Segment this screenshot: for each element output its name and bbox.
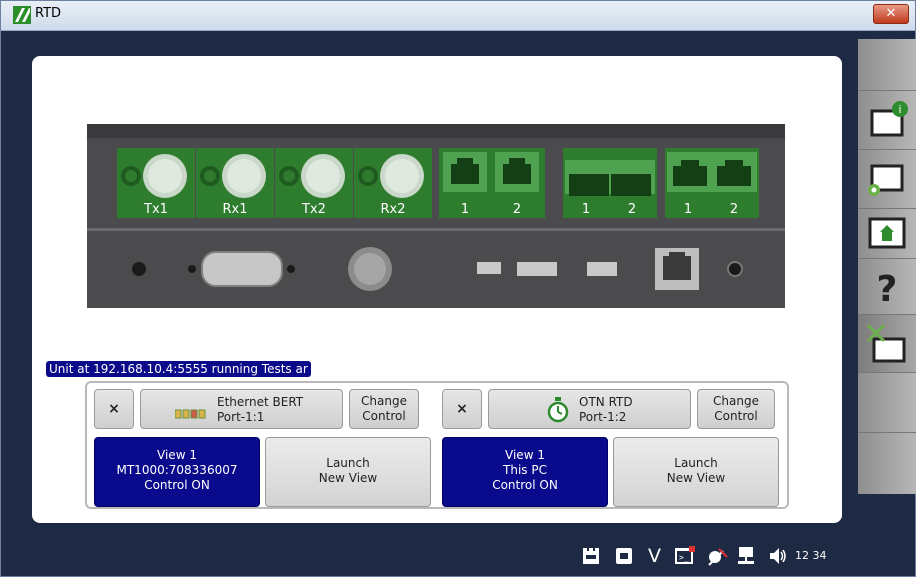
view-line: MT1000:708336007 xyxy=(116,463,238,477)
view-button[interactable]: View 1 This PC Control ON xyxy=(442,437,608,507)
tools-folder-icon[interactable] xyxy=(858,315,916,373)
ethernet-led-icon xyxy=(175,409,206,419)
launch-line: New View xyxy=(318,471,378,485)
power-plug-icon[interactable] xyxy=(581,545,601,571)
help-icon[interactable]: ? xyxy=(858,259,916,315)
view-button[interactable]: View 1 MT1000:708336007 Control ON xyxy=(94,437,260,507)
test-header-button[interactable]: OTN RTD Port-1:2 xyxy=(488,389,691,429)
launch-line: Launch xyxy=(674,456,718,470)
bnc-port-rx2[interactable]: Rx2 xyxy=(354,148,432,218)
tests-panel: × Ethernet BERT Port-1:1 Change Control … xyxy=(85,381,789,509)
faceplate-top-strip xyxy=(87,124,785,138)
close-test-button[interactable]: × xyxy=(442,389,482,429)
bnc-port-tx2[interactable]: Tx2 xyxy=(275,148,353,218)
clock-text: 12 34 xyxy=(795,549,827,562)
close-window-button[interactable]: ✕ xyxy=(873,4,909,24)
svg-text:i: i xyxy=(898,103,901,116)
app-logo-icon xyxy=(13,6,31,24)
change-control-button[interactable]: Change Control xyxy=(349,389,419,429)
storage-icon[interactable] xyxy=(614,545,634,571)
dual-label: 2 xyxy=(627,202,637,217)
view-line: View 1 xyxy=(505,448,545,462)
dual-label: 1 xyxy=(581,202,591,217)
view-line: View 1 xyxy=(157,448,197,462)
bnc-label: Rx2 xyxy=(380,202,406,217)
change-label: Change xyxy=(713,394,759,408)
network-icon[interactable] xyxy=(736,545,758,571)
rj-label: 1 xyxy=(683,202,693,217)
sfp-label: 1 xyxy=(460,202,470,217)
status-message: Unit at 192.168.10.4:5555 running Tests … xyxy=(46,361,311,377)
launch-new-view-button[interactable]: Launch New View xyxy=(613,437,779,507)
test-port: Port-1:1 xyxy=(217,410,265,424)
test-header-button[interactable]: Ethernet BERT Port-1:1 xyxy=(140,389,343,429)
dual-port-group[interactable]: 1 2 xyxy=(563,148,657,218)
right-sidebar: i ? xyxy=(858,39,916,494)
window-title: RTD xyxy=(35,6,62,21)
lower-connectors xyxy=(132,247,743,291)
test-name: OTN RTD xyxy=(579,395,633,409)
view-line: Control ON xyxy=(144,478,210,492)
home-folder-icon[interactable] xyxy=(858,209,916,259)
v-indicator[interactable]: V xyxy=(648,545,662,571)
launch-line: Launch xyxy=(326,456,370,470)
launch-new-view-button[interactable]: Launch New View xyxy=(265,437,431,507)
control-label: Control xyxy=(362,409,406,423)
sidebar-empty-slot xyxy=(858,373,916,433)
sidebar-empty-slot xyxy=(858,433,916,494)
info-folder-icon[interactable]: i xyxy=(858,91,916,150)
test-port: Port-1:2 xyxy=(579,410,627,424)
control-label: Control xyxy=(714,409,758,423)
bnc-label: Rx1 xyxy=(222,202,248,217)
rj-port-group[interactable]: 1 2 xyxy=(665,148,759,218)
rj-label: 2 xyxy=(729,202,739,217)
speaker-icon[interactable] xyxy=(768,545,788,571)
app-window: RTD ✕ Tx1 Rx1 Tx2 Rx2 1 2 1 2 1 2 Unit a… xyxy=(0,0,916,577)
change-label: Change xyxy=(361,394,407,408)
satellite-icon[interactable] xyxy=(705,545,729,571)
svg-text:?: ? xyxy=(877,269,898,310)
device-faceplate: Tx1 Rx1 Tx2 Rx2 1 2 1 2 1 2 xyxy=(87,124,785,308)
terminal-icon[interactable]: >_ xyxy=(674,545,696,571)
bnc-port-rx1[interactable]: Rx1 xyxy=(196,148,274,218)
change-control-button[interactable]: Change Control xyxy=(697,389,775,429)
view-line: Control ON xyxy=(492,478,558,492)
view-line: This PC xyxy=(503,463,547,477)
faceplate-divider xyxy=(87,228,785,231)
bnc-label: Tx1 xyxy=(144,202,168,217)
bnc-port-tx1[interactable]: Tx1 xyxy=(117,148,195,218)
stopwatch-icon xyxy=(547,397,569,423)
close-test-button[interactable]: × xyxy=(94,389,134,429)
bnc-label: Tx2 xyxy=(302,202,326,217)
title-bar: RTD ✕ xyxy=(1,1,915,31)
settings-folder-icon[interactable] xyxy=(858,150,916,209)
sfp-port-group[interactable]: 1 2 xyxy=(439,148,545,218)
svg-text:>_: >_ xyxy=(679,553,689,562)
sfp-label: 2 xyxy=(512,202,522,217)
launch-line: New View xyxy=(666,471,726,485)
sidebar-spacer xyxy=(858,39,916,91)
test-name: Ethernet BERT xyxy=(217,395,304,409)
